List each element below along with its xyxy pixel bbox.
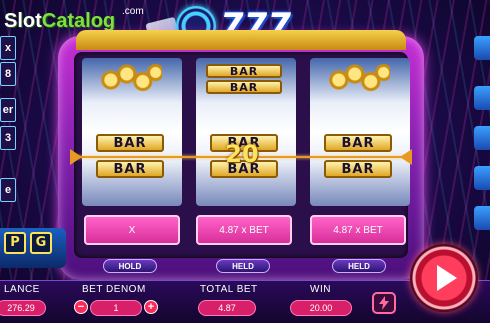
left-panel-item: e: [0, 178, 16, 202]
right-side-panel: [474, 30, 490, 230]
held-button[interactable]: HELD: [216, 259, 270, 273]
bonus-tiles: P G: [0, 228, 66, 268]
coin-pile-symbol: [98, 62, 162, 92]
side-menu-button[interactable]: [474, 36, 490, 60]
left-panel-item: 3: [0, 126, 16, 150]
bar-symbol: BAR: [206, 64, 282, 78]
increase-bet-button[interactable]: +: [144, 300, 158, 314]
side-menu-button[interactable]: [474, 86, 490, 110]
left-panel-item: x: [0, 36, 16, 60]
watermark-suffix: .com: [122, 6, 144, 17]
bet-denom-value: 1: [90, 300, 142, 316]
bet-denom-label: BET DENOM: [82, 284, 146, 295]
bar-symbol: BAR: [96, 134, 164, 152]
held-button[interactable]: HELD: [332, 259, 386, 273]
payline-right-arrow-icon: [400, 149, 412, 165]
hold-multiplier-box: 4.87 x BET: [196, 215, 292, 245]
bar-symbol: BAR: [206, 80, 282, 94]
left-side-panel: x 8 er 3 e: [0, 30, 18, 230]
bar-symbol: BAR: [96, 160, 164, 178]
side-menu-button[interactable]: [474, 126, 490, 150]
line-win-amount: 20: [225, 140, 259, 168]
side-menu-button[interactable]: [474, 166, 490, 190]
win-label: WIN: [310, 284, 331, 295]
side-menu-button[interactable]: [474, 206, 490, 230]
decrease-bet-button[interactable]: −: [74, 300, 88, 314]
left-panel-item: 8: [0, 62, 16, 86]
spin-button[interactable]: [410, 244, 478, 312]
bar-symbol: BAR: [324, 134, 392, 152]
reel-3: BAR BAR: [310, 58, 410, 206]
bar-symbol: BAR: [324, 160, 392, 178]
win-value: 20.00: [290, 300, 352, 316]
hold-multiplier-box: X: [84, 215, 180, 245]
hold-multiplier-box: 4.87 x BET: [310, 215, 406, 245]
bonus-tile: G: [30, 232, 52, 254]
play-icon: [437, 265, 457, 291]
cabinet-top-trim: [76, 30, 406, 50]
coin-pile-symbol: [326, 62, 390, 92]
bonus-tile: P: [4, 232, 26, 254]
reel-2: BAR BAR BAR BAR: [196, 58, 296, 206]
reel-1: BAR BAR: [82, 58, 182, 206]
balance-value: 276.29: [0, 300, 46, 316]
turbo-button[interactable]: [372, 292, 396, 314]
payline-left-arrow-icon: [70, 149, 82, 165]
balance-label: LANCE: [4, 284, 40, 295]
total-bet-label: TOTAL BET: [200, 284, 258, 295]
hold-button[interactable]: HOLD: [103, 259, 157, 273]
total-bet-value: 4.87: [198, 300, 256, 316]
left-panel-item: er: [0, 98, 16, 122]
lightning-icon: [379, 296, 389, 310]
